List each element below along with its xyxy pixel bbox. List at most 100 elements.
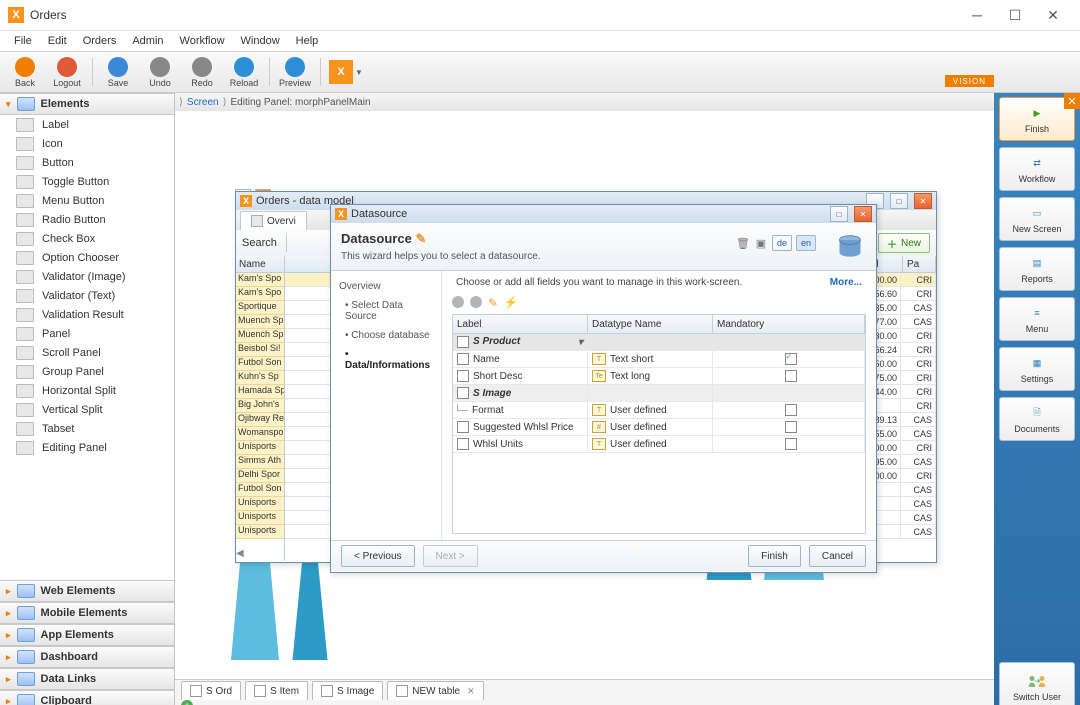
dm-close-button[interactable]: ✕ (914, 193, 932, 209)
palette-header[interactable]: ▾ Elements (0, 93, 174, 115)
palette-item[interactable]: Menu Button (0, 191, 174, 210)
checkbox[interactable] (457, 370, 469, 382)
lang-de-button[interactable]: de (772, 235, 792, 251)
minimize-button[interactable]: ─ (958, 3, 996, 27)
wizard-close-button[interactable]: ✕ (854, 206, 872, 222)
field-group[interactable]: S Image (453, 385, 865, 402)
accordion-web-elements[interactable]: ▸Web Elements (0, 580, 174, 602)
palette-item[interactable]: Vertical Split (0, 400, 174, 419)
nav-dot-2[interactable] (470, 296, 482, 308)
back-button[interactable]: Back (4, 57, 46, 88)
pa-header[interactable]: Pa (903, 256, 936, 272)
field-row[interactable]: Short DescTeText long (453, 368, 865, 385)
menu-help[interactable]: Help (288, 33, 327, 49)
col-label[interactable]: Label (453, 315, 588, 333)
field-row[interactable]: Whlsl UnitsTUser defined (453, 436, 865, 453)
reports-button[interactable]: ▤Reports (999, 247, 1075, 291)
table-row[interactable]: Sportique (236, 301, 284, 315)
table-row[interactable]: Futbol Son (236, 357, 284, 371)
lightning-icon[interactable]: ⚡ (504, 296, 518, 310)
table-row[interactable]: Futbol Son (236, 483, 284, 497)
field-row[interactable]: NameTText short (453, 351, 865, 368)
accordion-mobile-elements[interactable]: ▸Mobile Elements (0, 602, 174, 624)
mandatory-checkbox[interactable] (785, 438, 797, 450)
trash-icon[interactable]: 🗑 (736, 236, 750, 250)
col-datatype[interactable]: Datatype Name (588, 315, 713, 333)
menu-admin[interactable]: Admin (124, 33, 171, 49)
palette-item[interactable]: Button (0, 153, 174, 172)
close-button[interactable]: ✕ (1034, 3, 1072, 27)
accordion-data-links[interactable]: ▸Data Links (0, 668, 174, 690)
bottom-tab[interactable]: S Item (245, 681, 308, 700)
dm-overview-tab[interactable]: Overvi (240, 211, 307, 230)
palette-item[interactable]: Panel (0, 324, 174, 343)
undo-button[interactable]: Undo (139, 57, 181, 88)
palette-item[interactable]: Validation Result (0, 305, 174, 324)
menu-button[interactable]: ≡Menu (999, 297, 1075, 341)
menu-window[interactable]: Window (233, 33, 288, 49)
edit-icon[interactable]: ✎ (488, 296, 498, 310)
save-button[interactable]: Save (97, 57, 139, 88)
palette-item[interactable]: Validator (Text) (0, 286, 174, 305)
settings-button[interactable]: ▦Settings (999, 347, 1075, 391)
design-canvas[interactable]: 🗑 X Orders - data model _ □ ✕ Overvi (175, 111, 994, 680)
maximize-button[interactable]: ☐ (996, 3, 1034, 27)
name-header[interactable]: Name (236, 256, 284, 273)
table-row[interactable]: Big John's (236, 399, 284, 413)
table-row[interactable]: Womanspo (236, 427, 284, 441)
menu-edit[interactable]: Edit (40, 33, 75, 49)
switch-user-button[interactable]: Switch User (999, 662, 1075, 705)
table-row[interactable]: Unisports (236, 441, 284, 455)
wizard-step[interactable]: • Choose database (331, 326, 441, 345)
checkbox[interactable] (457, 438, 469, 450)
vision-icon[interactable]: X (329, 60, 353, 84)
edit-icon[interactable]: ✎ (415, 231, 426, 246)
accordion-app-elements[interactable]: ▸App Elements (0, 624, 174, 646)
palette-item[interactable]: Horizontal Split (0, 381, 174, 400)
dropdown-icon[interactable]: ▼ (355, 68, 363, 77)
new-screen-button[interactable]: ▭New Screen (999, 197, 1075, 241)
close-icon[interactable]: ✕ (467, 686, 475, 697)
table-row[interactable]: Delhi Spor (236, 469, 284, 483)
wizard-maximize-button[interactable]: □ (830, 206, 848, 222)
add-tab-button[interactable]: + (181, 700, 193, 705)
bottom-tab[interactable]: NEW table✕ (387, 681, 483, 700)
reload-button[interactable]: Reload (223, 57, 265, 88)
breadcrumb-screen[interactable]: Screen (187, 97, 219, 108)
wizard-step[interactable]: • Data/Informations (331, 345, 441, 375)
table-row[interactable]: Simms Ath (236, 455, 284, 469)
bottom-tab[interactable]: S Image (312, 681, 383, 700)
new-button[interactable]: ＋New (878, 233, 930, 253)
palette-item[interactable]: Radio Button (0, 210, 174, 229)
palette-item[interactable]: Group Panel (0, 362, 174, 381)
accordion-dashboard[interactable]: ▸Dashboard (0, 646, 174, 668)
table-row[interactable]: Unisports (236, 497, 284, 511)
copy-icon[interactable]: ▣ (754, 236, 768, 250)
field-row[interactable]: Suggested Whlsl Price#User defined (453, 419, 865, 436)
logout-button[interactable]: Logout (46, 57, 88, 88)
wizard-titlebar[interactable]: X Datasource □ ✕ (331, 205, 876, 223)
dm-maximize-button[interactable]: □ (890, 193, 908, 209)
bottom-tab[interactable]: S Ord (181, 681, 241, 700)
previous-button[interactable]: < Previous (341, 545, 415, 567)
preview-button[interactable]: Preview (274, 57, 316, 88)
table-row[interactable]: Kuhn's Sp (236, 371, 284, 385)
mandatory-checkbox[interactable] (785, 404, 797, 416)
table-row[interactable]: Muench Sp (236, 315, 284, 329)
redo-button[interactable]: Redo (181, 57, 223, 88)
field-row[interactable]: FormatTUser defined (453, 402, 865, 419)
table-row[interactable]: Unisports (236, 525, 284, 539)
documents-button[interactable]: 🗎Documents (999, 397, 1075, 441)
cancel-button[interactable]: Cancel (809, 545, 866, 567)
palette-item[interactable]: Tabset (0, 419, 174, 438)
checkbox[interactable] (457, 353, 469, 365)
lang-en-button[interactable]: en (796, 235, 816, 251)
table-row[interactable]: Kam's Spo (236, 273, 284, 287)
nav-dot-1[interactable] (452, 296, 464, 308)
accordion-clipboard[interactable]: ▸Clipboard (0, 690, 174, 705)
menu-workflow[interactable]: Workflow (172, 33, 233, 49)
table-row[interactable]: Unisports (236, 511, 284, 525)
menu-file[interactable]: File (6, 33, 40, 49)
vision-close-button[interactable]: ✕ (1064, 93, 1080, 109)
palette-item[interactable]: Validator (Image) (0, 267, 174, 286)
